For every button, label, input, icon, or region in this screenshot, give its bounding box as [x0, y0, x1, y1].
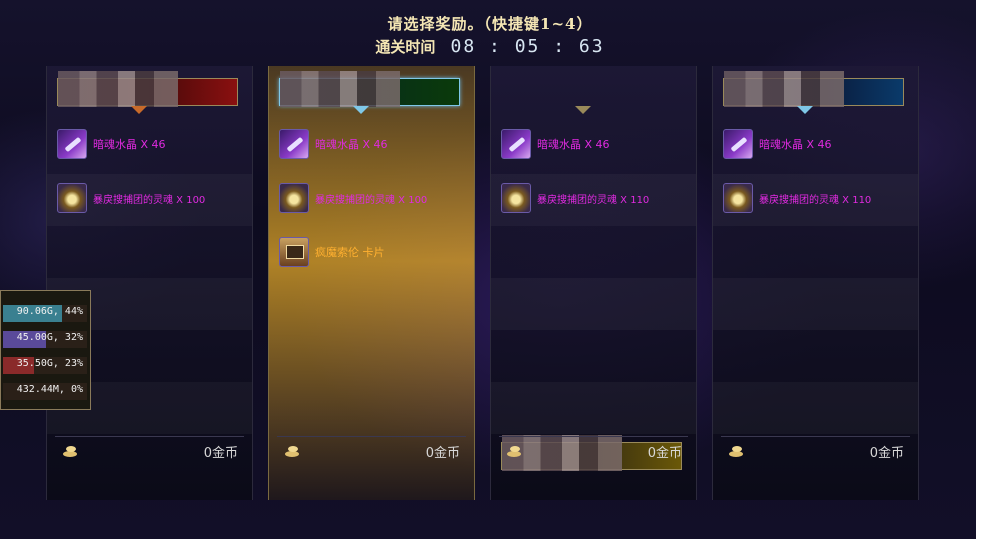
gold-amount: 0金币 — [869, 446, 904, 461]
reward-item-text: 暴戾搜捕团的灵魂 X 110 — [537, 194, 650, 206]
banner-pointer — [575, 106, 591, 114]
reward-item[interactable]: 暗魂水晶 X 46 — [57, 128, 247, 160]
reward-item[interactable]: 暗魂水晶 X 46 — [501, 128, 691, 160]
reward-item[interactable]: 暴戾搜捕团的灵魂 X 110 — [723, 182, 913, 214]
ratio-row: 432.44M, 0% — [3, 383, 87, 400]
ratio-text: 432.44M, 0% — [16, 384, 83, 395]
soul-orb-icon — [723, 183, 753, 213]
ratio-text: 35.50G, 23% — [16, 358, 83, 369]
player-banner-4 — [723, 71, 904, 107]
ratio-row: 45.00G, 32% — [3, 331, 87, 348]
soul-orb-icon — [279, 183, 309, 213]
ratio-row: 90.06G, 44% — [3, 305, 87, 322]
gold-amount: 0金币 — [203, 446, 238, 461]
gold-coin-icon — [285, 446, 301, 458]
soul-orb-icon — [501, 183, 531, 213]
clear-time-row: 通关时间 08 : 05 : 63 — [300, 36, 680, 58]
reward-item-text: 疯魔索伦 卡片 — [315, 246, 385, 259]
reward-item[interactable]: 疯魔索伦 卡片 — [279, 236, 469, 268]
player-banner-2 — [279, 71, 460, 107]
divider — [277, 436, 466, 437]
reward-item-text: 暴戾搜捕团的灵魂 X 110 — [759, 194, 872, 206]
row-stripe — [491, 278, 696, 330]
reward-panel-3[interactable]: 暗魂水晶 X 46 暴戾搜捕团的灵魂 X 110 0金币 — [490, 66, 697, 500]
blurred-player-name — [280, 71, 400, 107]
damage-ratio-box: 90.06G, 44% 45.00G, 32% 35.50G, 23% 432.… — [0, 290, 91, 410]
ratio-text: 45.00G, 32% — [16, 332, 83, 343]
reward-item-text: 暴戾搜捕团的灵魂 X 100 — [315, 194, 428, 206]
blurred-player-name — [58, 71, 178, 107]
reward-panel-2[interactable]: 暗魂水晶 X 46 暴戾搜捕团的灵魂 X 100 疯魔索伦 卡片 0金币 — [268, 66, 475, 500]
gold-amount: 0金币 — [425, 446, 460, 461]
soul-orb-icon — [57, 183, 87, 213]
gold-coin-icon — [63, 446, 79, 458]
divider — [499, 436, 688, 437]
dark-soul-crystal-icon — [279, 129, 309, 159]
divider — [55, 436, 244, 437]
row-stripe — [713, 382, 918, 434]
reward-item[interactable]: 暗魂水晶 X 46 — [279, 128, 469, 160]
row-stripe — [491, 382, 696, 434]
clear-time-value: 08 : 05 : 63 — [450, 36, 605, 57]
gold-amount: 0金币 — [647, 446, 682, 461]
reward-item[interactable]: 暴戾搜捕团的灵魂 X 100 — [57, 182, 247, 214]
reward-panel-1[interactable]: 暗魂水晶 X 46 暴戾搜捕团的灵魂 X 100 0金币 — [46, 66, 253, 500]
divider — [721, 436, 910, 437]
window-edge — [976, 0, 981, 539]
banner-pointer — [797, 106, 813, 114]
reward-panel-4[interactable]: 暗魂水晶 X 46 暴戾搜捕团的灵魂 X 110 0金币 — [712, 66, 919, 500]
dark-soul-crystal-icon — [723, 129, 753, 159]
dark-soul-crystal-icon — [501, 129, 531, 159]
ratio-row: 35.50G, 23% — [3, 357, 87, 374]
reward-item-text: 暗魂水晶 X 46 — [759, 138, 832, 151]
row-stripe — [713, 278, 918, 330]
monster-card-icon — [279, 237, 309, 267]
reward-item-text: 暗魂水晶 X 46 — [315, 138, 388, 151]
reward-prompt: 请选择奖励。（快捷键1~4） — [387, 15, 593, 33]
reward-item[interactable]: 暗魂水晶 X 46 — [723, 128, 913, 160]
reward-item[interactable]: 暴戾搜捕团的灵魂 X 100 — [279, 182, 469, 214]
banner-pointer — [353, 106, 369, 114]
blurred-player-name — [724, 71, 844, 107]
ratio-text: 90.06G, 44% — [16, 306, 83, 317]
reward-item[interactable]: 暴戾搜捕团的灵魂 X 110 — [501, 182, 691, 214]
gold-coin-icon — [729, 446, 745, 458]
reward-header: 请选择奖励。（快捷键1~4） 通关时间 08 : 05 : 63 — [300, 13, 680, 58]
banner-pointer — [131, 106, 147, 114]
reward-selection-screen: 请选择奖励。（快捷键1~4） 通关时间 08 : 05 : 63 暗魂水晶 X … — [0, 0, 981, 539]
dark-soul-crystal-icon — [57, 129, 87, 159]
gold-coin-icon — [507, 446, 523, 458]
clear-time-label: 通关时间 — [375, 38, 436, 56]
player-banner-1 — [57, 71, 238, 107]
reward-item-text: 暴戾搜捕团的灵魂 X 100 — [93, 194, 206, 206]
reward-item-text: 暗魂水晶 X 46 — [93, 138, 166, 151]
reward-item-text: 暗魂水晶 X 46 — [537, 138, 610, 151]
